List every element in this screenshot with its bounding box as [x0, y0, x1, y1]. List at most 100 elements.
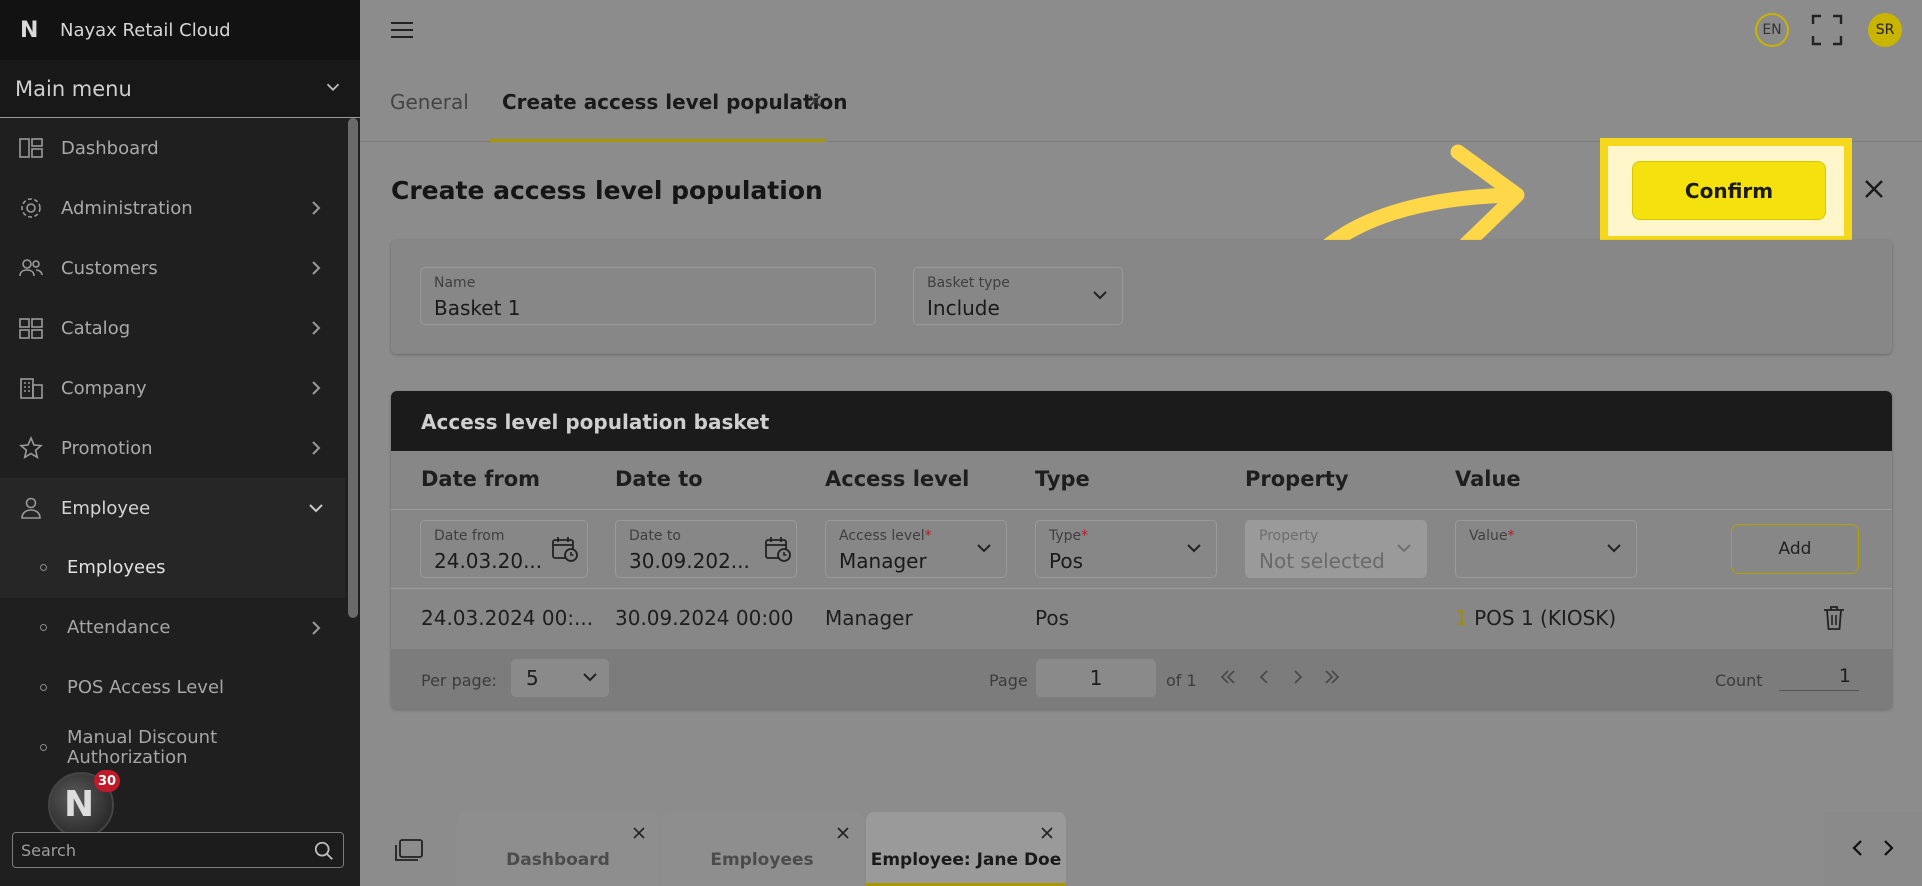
- basket-type-label: Basket type: [927, 275, 1010, 291]
- sidebar-scrollbar[interactable]: [348, 118, 358, 618]
- close-icon[interactable]: [1040, 826, 1054, 840]
- close-icon[interactable]: [836, 826, 850, 840]
- chevron-right-icon: [312, 441, 321, 455]
- brand-logo: N: [20, 17, 39, 43]
- date-from-value: 24.03.20...: [434, 549, 543, 573]
- hamburger-menu-icon[interactable]: [390, 20, 414, 40]
- chevron-right-icon: [312, 381, 321, 395]
- name-field[interactable]: Name Basket 1: [420, 267, 876, 325]
- divider: [391, 588, 1892, 589]
- sidebar-item-label: Employee: [61, 497, 151, 519]
- property-select[interactable]: Property Not selected: [1245, 520, 1427, 578]
- page-label: Page: [989, 671, 1028, 690]
- bottom-tab-employees[interactable]: Employees: [662, 812, 862, 886]
- sidebar-subitem-label: Manual Discount Authorization: [67, 727, 218, 768]
- main-menu-toggle[interactable]: Main menu: [0, 60, 360, 118]
- per-page-value: 5: [526, 666, 539, 690]
- confirm-button[interactable]: Confirm: [1632, 161, 1826, 220]
- access-level-label: Access level*: [839, 528, 932, 544]
- bottom-tab-employee-jane-doe[interactable]: Employee: Jane Doe: [866, 812, 1066, 886]
- type-value: Pos: [1049, 549, 1084, 573]
- sidebar-item-catalog[interactable]: Catalog: [0, 298, 345, 358]
- chevron-down-icon: [583, 673, 597, 682]
- sidebar-item-label: Dashboard: [61, 137, 159, 159]
- date-from-label: Date from: [434, 528, 505, 544]
- chevron-right-icon: [312, 201, 321, 215]
- bottom-tab-bar: Dashboard Employees Employee: Jane Doe: [360, 804, 1922, 886]
- search-icon[interactable]: [313, 840, 335, 862]
- column-header: Value: [1455, 467, 1521, 491]
- sidebar-subitem-manual-discount[interactable]: Manual Discount Authorization: [0, 718, 345, 778]
- search-input[interactable]: [21, 839, 301, 861]
- calendar-icon[interactable]: [764, 535, 792, 563]
- name-label: Name: [434, 275, 476, 291]
- page-title: Create access level population: [391, 176, 823, 205]
- cell-date-from: 24.03.2024 00:...: [421, 606, 594, 630]
- person-icon: [21, 497, 41, 519]
- sidebar-subitem-pos-access-level[interactable]: POS Access Level: [0, 658, 345, 718]
- date-from-input[interactable]: Date from 24.03.20...: [420, 520, 588, 578]
- divider: [391, 509, 1892, 510]
- date-to-input[interactable]: Date to 30.09.202...: [615, 520, 797, 578]
- top-bar: EN SR: [360, 0, 1922, 60]
- sidebar-item-promotion[interactable]: Promotion: [0, 418, 345, 478]
- close-icon[interactable]: [806, 92, 824, 110]
- sidebar-subitem-employees[interactable]: Employees: [0, 538, 345, 598]
- language-selector[interactable]: EN: [1755, 13, 1789, 47]
- dashboard-icon: [19, 138, 43, 158]
- bottom-tab-dashboard[interactable]: Dashboard: [458, 812, 658, 886]
- prev-page-icon[interactable]: [1255, 667, 1273, 687]
- chevron-left-icon[interactable]: [1850, 838, 1866, 858]
- sidebar-item-administration[interactable]: Administration: [0, 178, 345, 238]
- catalog-icon: [19, 318, 43, 339]
- last-page-icon[interactable]: [1323, 667, 1341, 687]
- bottom-tab-label: Dashboard: [506, 850, 610, 870]
- building-icon: [20, 378, 43, 399]
- cell-type: Pos: [1035, 606, 1070, 630]
- close-icon[interactable]: [632, 826, 646, 840]
- sidebar-item-dashboard[interactable]: Dashboard: [0, 118, 345, 178]
- next-page-icon[interactable]: [1289, 667, 1307, 687]
- chevron-down-icon: [977, 544, 991, 553]
- star-icon: [19, 436, 43, 459]
- sidebar-item-employee[interactable]: Employee: [0, 478, 345, 538]
- first-page-icon[interactable]: [1219, 667, 1237, 687]
- access-level-select[interactable]: Access level* Manager: [825, 520, 1007, 578]
- fullscreen-icon[interactable]: [1811, 14, 1843, 46]
- notification-avatar[interactable]: N 30: [48, 770, 121, 838]
- value-select[interactable]: Value*: [1455, 520, 1637, 578]
- avatar-logo: N: [64, 784, 95, 825]
- type-select[interactable]: Type* Pos: [1035, 520, 1217, 578]
- basket-type-select[interactable]: Basket type Include: [913, 267, 1123, 325]
- tab-general[interactable]: General: [390, 90, 469, 114]
- cell-value: 1 POS 1 (KIOSK): [1455, 606, 1617, 630]
- property-label: Property: [1259, 528, 1319, 544]
- sidebar-search: [12, 832, 344, 868]
- column-header: Access level: [825, 467, 970, 491]
- column-header: Property: [1245, 467, 1349, 491]
- user-avatar[interactable]: SR: [1868, 13, 1902, 47]
- tab-create-access-level-population[interactable]: Create access level population: [502, 90, 847, 114]
- page-number-input[interactable]: [1036, 659, 1156, 697]
- close-icon[interactable]: [1862, 177, 1886, 201]
- sidebar-item-customers[interactable]: Customers: [0, 238, 345, 298]
- chevron-right-icon[interactable]: [1880, 838, 1896, 858]
- windows-icon[interactable]: [394, 838, 424, 864]
- calendar-icon[interactable]: [551, 535, 579, 563]
- date-to-value: 30.09.202...: [629, 549, 750, 573]
- chevron-down-icon: [1397, 544, 1411, 553]
- add-button[interactable]: Add: [1731, 524, 1859, 574]
- per-page-select[interactable]: 5: [511, 659, 609, 697]
- column-header: Date to: [615, 467, 703, 491]
- sidebar-item-company[interactable]: Company: [0, 358, 345, 418]
- sidebar-subitem-label: Attendance: [67, 617, 171, 638]
- access-level-value: Manager: [839, 549, 927, 573]
- pagination-bar: Per page: 5 Page of 1 Count 1: [391, 649, 1892, 709]
- sidebar-item-label: Catalog: [61, 317, 131, 339]
- bullet-icon: [40, 624, 47, 631]
- trash-icon[interactable]: [1822, 605, 1846, 631]
- sidebar-item-label: Promotion: [61, 437, 153, 459]
- count-label: Count: [1715, 671, 1763, 690]
- sidebar-subitem-attendance[interactable]: Attendance: [0, 598, 345, 658]
- gear-icon: [21, 198, 41, 218]
